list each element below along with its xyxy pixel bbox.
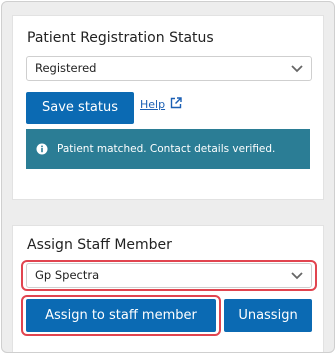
staff-panel: Assign Staff Member Gp Spectra Assign to…: [12, 225, 324, 352]
registration-title: Patient Registration Status: [27, 30, 214, 46]
alert-text: Patient matched. Contact details verifie…: [57, 143, 276, 155]
assign-staff-button[interactable]: Assign to staff member: [26, 299, 216, 332]
app-frame: Patient Registration Status Registered S…: [1, 1, 335, 353]
registration-panel: Patient Registration Status Registered S…: [12, 15, 324, 200]
chevron-down-icon: [291, 65, 303, 73]
staff-title: Assign Staff Member: [27, 237, 172, 253]
staff-member-select[interactable]: Gp Spectra: [26, 263, 312, 288]
registration-status-value: Registered: [35, 61, 97, 75]
external-link-icon[interactable]: [170, 97, 182, 109]
staff-member-value: Gp Spectra: [35, 268, 100, 282]
status-alert: Patient matched. Contact details verifie…: [26, 129, 310, 169]
registration-status-select[interactable]: Registered: [26, 56, 312, 81]
save-status-button[interactable]: Save status: [26, 92, 134, 124]
info-icon: [36, 143, 48, 155]
chevron-down-icon: [291, 272, 303, 280]
unassign-button[interactable]: Unassign: [224, 299, 312, 332]
help-link[interactable]: Help: [140, 98, 165, 111]
